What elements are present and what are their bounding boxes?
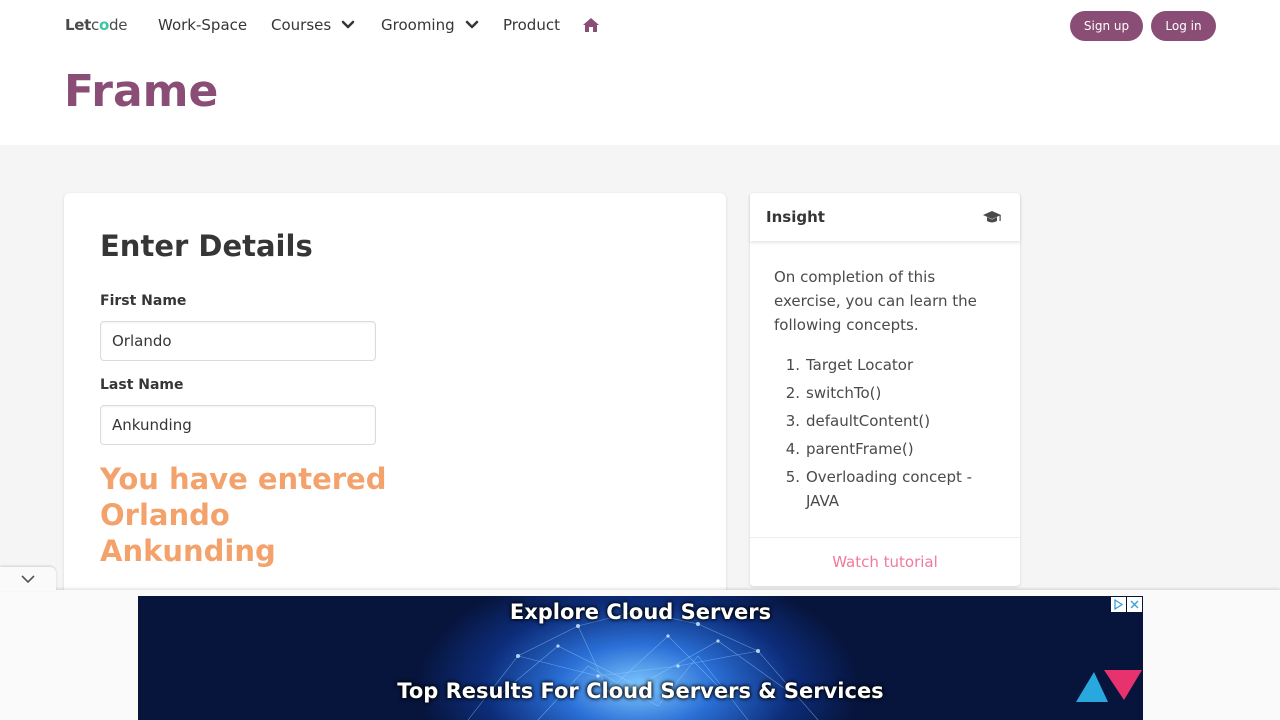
result-line: Ankunding [100, 534, 276, 568]
ad-headline: Explore Cloud Servers [509, 600, 772, 624]
graduation-cap-icon [983, 211, 1001, 223]
insight-card: Insight On completion of this exercise, … [750, 193, 1020, 586]
nav-label: Work-Space [158, 16, 248, 34]
details-card: Enter Details First Name Last Name You h… [64, 193, 726, 613]
close-icon[interactable] [1127, 597, 1142, 612]
chevron-down-icon [465, 20, 478, 29]
nav-label: Product [503, 16, 560, 34]
nav-item-grooming[interactable]: Grooming [381, 16, 479, 34]
logo-text-o: o [98, 16, 109, 34]
nav-label: Courses [271, 16, 332, 34]
logo-text-de: de [108, 16, 128, 34]
letcode-logo[interactable]: Letcode [65, 16, 127, 34]
ad-subheadline: Top Results For Cloud Servers & Services [397, 679, 884, 703]
page-title: Frame [64, 66, 219, 117]
list-item: 4. parentFrame() [774, 437, 1004, 461]
last-name-input[interactable] [100, 405, 376, 445]
home-icon[interactable] [582, 17, 600, 33]
list-number: 1. [785, 356, 800, 374]
insight-intro: On completion of this exercise, you can … [774, 268, 977, 334]
nav-label: Grooming [381, 16, 455, 34]
chevron-down-icon [341, 20, 355, 29]
insight-title: Insight [766, 208, 825, 226]
list-item: 1. Target Locator [774, 353, 1004, 377]
collapse-ad-button[interactable] [0, 567, 56, 591]
ad-brand-logo [1076, 670, 1142, 702]
list-text: defaultContent() [806, 412, 931, 430]
entered-result-text: You have entered Orlando Ankunding [100, 461, 400, 569]
insight-footer: Watch tutorial [750, 537, 1020, 586]
nav-item-work-space[interactable]: Work-Space [158, 16, 247, 34]
list-text: parentFrame() [806, 440, 914, 458]
list-item: 3. defaultContent() [774, 409, 1004, 433]
list-item: 5. Overloading concept - JAVA [774, 465, 1004, 513]
last-name-label: Last Name [100, 377, 184, 393]
list-number: 2. [785, 384, 800, 402]
list-number: 5. [785, 468, 800, 486]
hero-section: Frame [0, 52, 1280, 145]
result-line: Orlando [100, 498, 230, 532]
logo-text-let: Let [65, 16, 92, 34]
result-line: You have entered [100, 462, 387, 496]
first-name-label: First Name [100, 293, 187, 309]
insight-header: Insight [750, 193, 1020, 241]
first-name-input[interactable] [100, 321, 376, 361]
list-number: 3. [785, 412, 800, 430]
logo-text-c: c [91, 16, 99, 34]
log-in-button[interactable]: Log in [1151, 11, 1216, 41]
ad-banner[interactable]: Explore Cloud Servers Top Results For Cl… [138, 596, 1143, 720]
ad-choices-icon[interactable] [1111, 597, 1126, 612]
sign-up-button[interactable]: Sign up [1070, 11, 1143, 41]
nav-item-courses[interactable]: Courses [271, 16, 355, 34]
watch-tutorial-link[interactable]: Watch tutorial [750, 553, 1020, 571]
list-text: Overloading concept - JAVA [806, 468, 973, 510]
list-item: 2. switchTo() [774, 381, 1004, 405]
card-title: Enter Details [100, 229, 313, 263]
list-text: Target Locator [806, 356, 914, 374]
nav-item-product[interactable]: Product [503, 16, 560, 34]
list-number: 4. [785, 440, 800, 458]
chevron-down-icon [21, 575, 35, 584]
navbar: Letcode Work-Space Courses Grooming Prod… [0, 0, 1280, 52]
list-text: switchTo() [806, 384, 882, 402]
concept-list: 1. Target Locator 2. switchTo() 3. defaultC… [774, 353, 1004, 517]
